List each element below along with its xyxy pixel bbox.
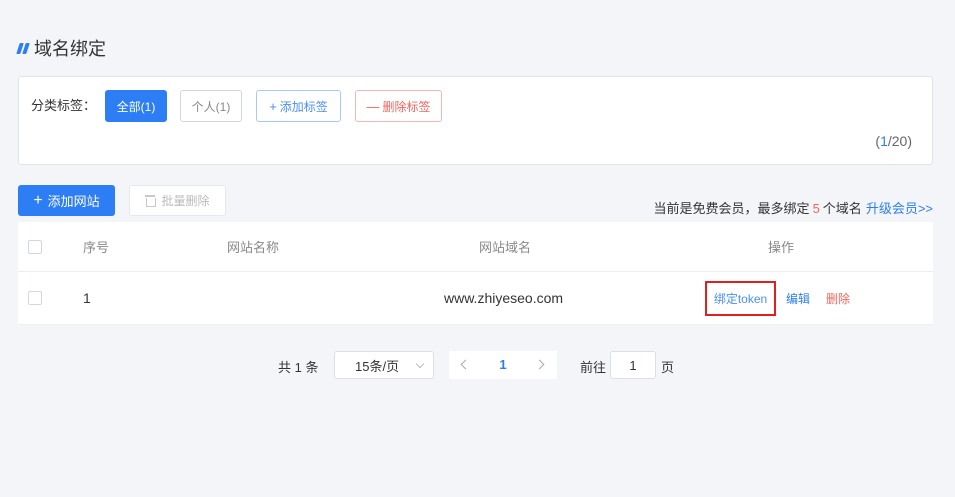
- page-suffix: 页: [661, 360, 675, 375]
- tag-personal-button[interactable]: 个人(1): [180, 90, 242, 122]
- goto-label: 前往: [580, 360, 607, 375]
- goto-page-input[interactable]: [610, 351, 656, 379]
- row-checkbox[interactable]: [28, 291, 42, 305]
- plus-icon: +: [33, 191, 43, 209]
- site-table: 序号 网站名称 网站域名 操作 1 www.zhiyeseo.com 绑定tok…: [18, 222, 933, 325]
- page-size-value: 15条/页: [355, 358, 400, 374]
- bind-token-button[interactable]: 绑定token: [705, 280, 776, 316]
- edit-button[interactable]: 编辑: [786, 290, 810, 307]
- add-tag-button[interactable]: + 添加标签: [256, 90, 341, 122]
- select-all-checkbox[interactable]: [28, 239, 42, 254]
- batch-delete-label: 批量删除: [161, 194, 210, 208]
- tag-label: 分类标签：: [31, 98, 97, 113]
- pagination: 共 1 条 15条/页 1 前往 页: [0, 351, 955, 379]
- page-title: 域名绑定: [34, 39, 106, 59]
- minus-icon: —: [366, 98, 380, 114]
- delete-tag-button[interactable]: — 删除标签: [355, 90, 442, 122]
- row-domain: www.zhiyeseo.com: [444, 290, 564, 306]
- row-no: 1: [83, 290, 91, 306]
- title-accent-icon: [16, 42, 30, 54]
- member-limit: 5: [812, 201, 820, 216]
- chevron-right-icon[interactable]: [534, 359, 545, 370]
- row-checkbox-cell: [28, 272, 42, 324]
- table-header: 序号 网站名称 网站域名 操作: [18, 222, 933, 272]
- chevron-left-icon[interactable]: [460, 359, 471, 370]
- header-name: 网站名称: [227, 240, 280, 255]
- page-size-select[interactable]: 15条/页: [334, 351, 434, 379]
- tag-all-button[interactable]: 全部(1): [105, 90, 167, 122]
- tag-count-rest: /20): [887, 133, 912, 149]
- current-page[interactable]: 1: [493, 357, 513, 372]
- tag-panel: 分类标签： 全部(1) 个人(1) + 添加标签 — 删除标签 (1/20): [18, 76, 933, 165]
- member-suffix: 个域名: [822, 201, 862, 216]
- select-all-checkbox-cell: [28, 222, 42, 271]
- upgrade-link[interactable]: 升级会员>>: [866, 201, 933, 216]
- member-note: 当前是免费会员，最多绑定 5 个域名 升级会员>>: [654, 198, 933, 217]
- chevron-down-icon: [415, 359, 425, 369]
- page-title-bar: 域名绑定: [16, 36, 106, 60]
- add-tag-label: 添加标签: [279, 99, 328, 114]
- add-site-label: 添加网站: [47, 194, 100, 209]
- header-domain: 网站域名: [479, 240, 532, 255]
- batch-delete-button[interactable]: 批量删除: [129, 185, 226, 216]
- add-site-button[interactable]: + 添加网站: [18, 185, 115, 216]
- header-no: 序号: [83, 240, 110, 255]
- tag-count-current: 1: [880, 133, 888, 149]
- trash-icon: [145, 195, 157, 207]
- row-ops: 绑定token 编辑 删除: [705, 272, 850, 324]
- pagination-total: 共 1 条: [278, 360, 319, 375]
- member-prefix: 当前是免费会员，最多绑定: [653, 201, 810, 216]
- delete-button[interactable]: 删除: [826, 290, 850, 307]
- plus-icon: +: [269, 98, 277, 114]
- page-nav: 1: [449, 351, 557, 379]
- tag-count: (1/20): [875, 133, 912, 149]
- delete-tag-label: 删除标签: [382, 99, 431, 114]
- table-row: 1 www.zhiyeseo.com 绑定token 编辑 删除: [18, 272, 933, 325]
- header-ops: 操作: [768, 240, 795, 255]
